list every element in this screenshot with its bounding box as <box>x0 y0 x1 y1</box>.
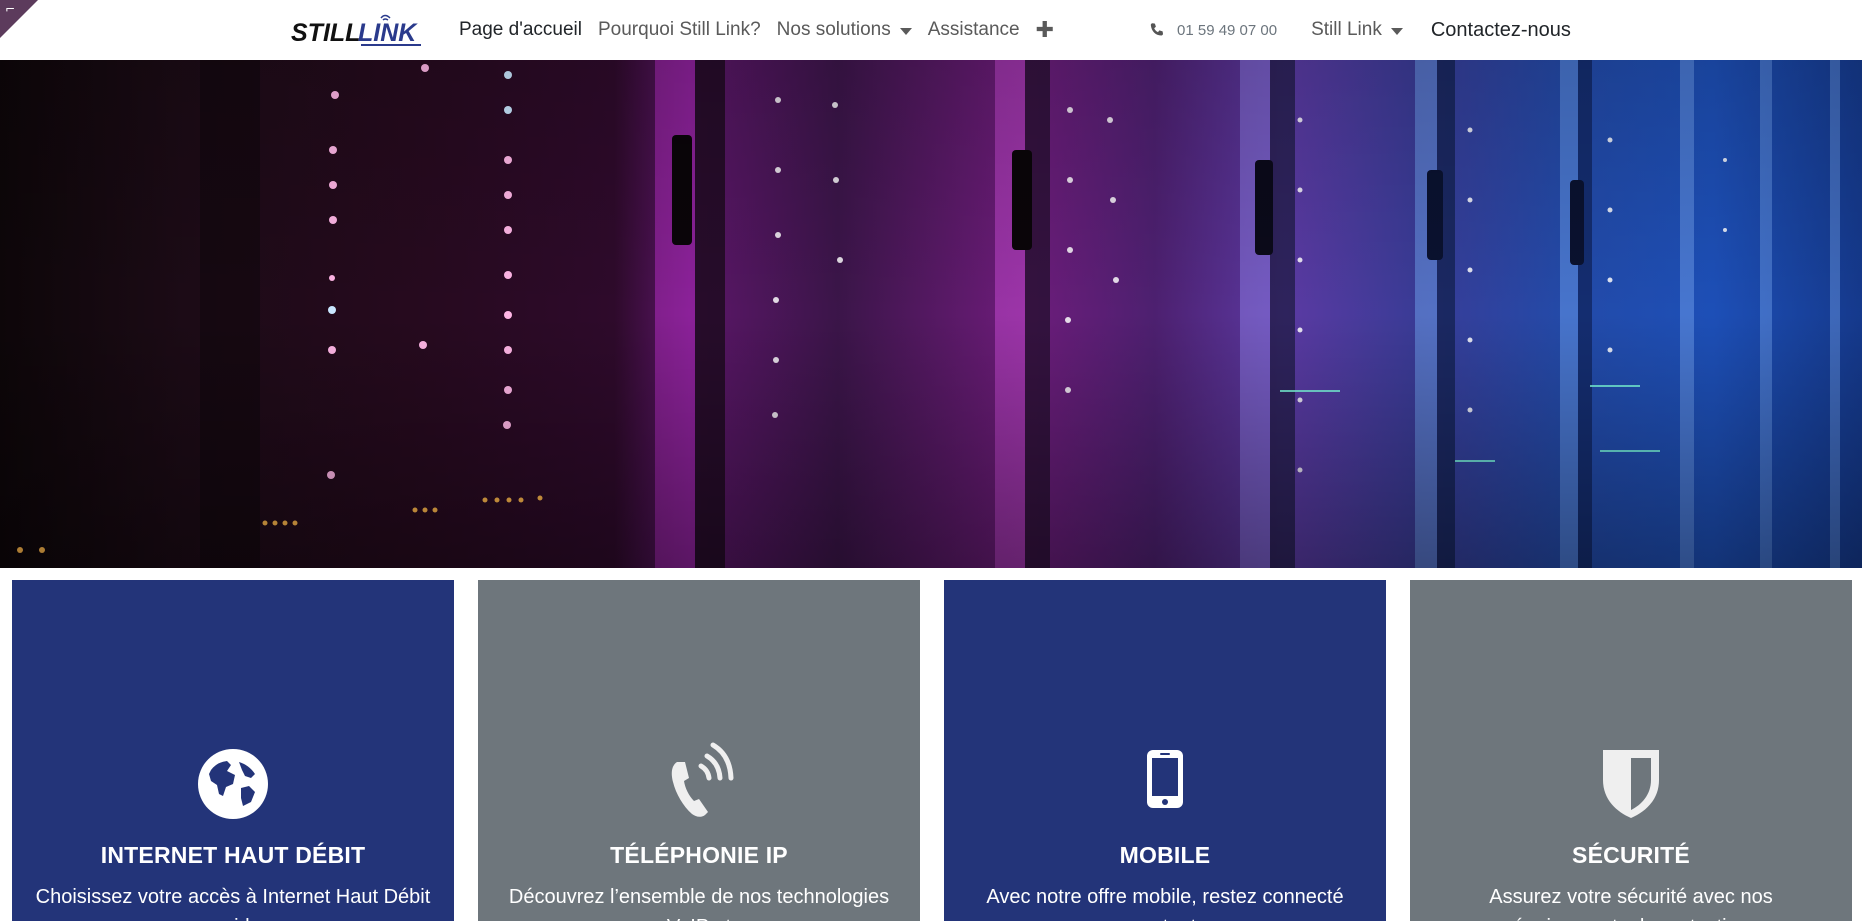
globe-icon <box>198 749 268 819</box>
card-internet[interactable]: INTERNET HAUT DÉBIT Choisissez votre acc… <box>12 580 454 921</box>
card-mobile-icon-wrap <box>944 748 1386 824</box>
services-cards: INTERNET HAUT DÉBIT Choisissez votre acc… <box>12 580 1862 921</box>
mobile-phone-icon <box>1147 750 1183 808</box>
nav-assistance-label: Assistance <box>927 19 1020 40</box>
nav-right: 01 59 49 07 00 Still Link Contactez-nous <box>1141 0 1571 60</box>
nav-home[interactable]: Page d'accueil <box>451 19 590 41</box>
plus-icon[interactable]: ✚ <box>1028 18 1062 43</box>
nav-assistance[interactable]: Assistance <box>920 19 1028 41</box>
nav-still-link-label: Still Link <box>1311 19 1382 40</box>
card-mobile-text: Avec notre offre mobile, restez connecté… <box>986 886 1344 921</box>
card-telephony-icon-wrap <box>478 742 920 824</box>
hero-banner-image <box>0 60 1862 568</box>
card-telephony-title: TÉLÉPHONIE IP <box>610 842 788 868</box>
nav-why-still-link[interactable]: Pourquoi Still Link? <box>590 19 769 41</box>
contact-link[interactable]: Contactez-nous <box>1431 19 1571 42</box>
nav-solutions-dropdown[interactable]: Nos solutions <box>769 19 920 41</box>
nav-why-label: Pourquoi Still Link? <box>598 19 761 40</box>
phone-ringing-icon <box>671 742 734 817</box>
phone-number: 01 59 49 07 00 <box>1177 21 1278 39</box>
corner-arrow-icon: ⌐ <box>5 2 16 16</box>
shield-icon <box>1603 750 1659 818</box>
chevron-down-icon <box>1390 27 1403 35</box>
card-mobile[interactable]: MOBILE Avec notre offre mobile, restez c… <box>944 580 1386 921</box>
card-telephony-text: Découvrez l’ensemble de nos technologies… <box>508 886 890 921</box>
card-security-title: SÉCURITÉ <box>1572 842 1690 868</box>
card-mobile-title: MOBILE <box>1119 842 1211 868</box>
chevron-down-icon <box>899 27 912 35</box>
still-link-logo[interactable]: STILL LINK <box>289 10 425 50</box>
card-security[interactable]: SÉCURITÉ Assurez votre sécurité avec nos… <box>1410 580 1852 921</box>
nav-still-link-dropdown[interactable]: Still Link <box>1303 19 1411 41</box>
phone-icon <box>1150 23 1163 36</box>
top-navbar: STILL LINK Page d'accueil Pourquoi Still… <box>0 0 1862 60</box>
card-security-icon-wrap <box>1410 748 1852 824</box>
card-internet-text: Choisissez votre accès à Internet Haut D… <box>35 886 431 921</box>
nav-home-label: Page d'accueil <box>459 19 582 40</box>
card-telephony[interactable]: TÉLÉPHONIE IP Découvrez l’ensemble de no… <box>478 580 920 921</box>
nav-solutions-label: Nos solutions <box>776 19 891 40</box>
main-nav: Page d'accueil Pourquoi Still Link? Nos … <box>451 0 1062 60</box>
svg-text:STILL: STILL <box>291 19 360 47</box>
card-internet-title: INTERNET HAUT DÉBIT <box>100 842 366 868</box>
card-security-text: Assurez votre sécurité avec nos équipeme… <box>1489 886 1773 921</box>
phone-link[interactable]: 01 59 49 07 00 <box>1141 22 1285 39</box>
svg-text:LINK: LINK <box>358 19 418 47</box>
server-racks-image <box>0 60 1862 568</box>
card-internet-icon-wrap <box>12 748 454 824</box>
